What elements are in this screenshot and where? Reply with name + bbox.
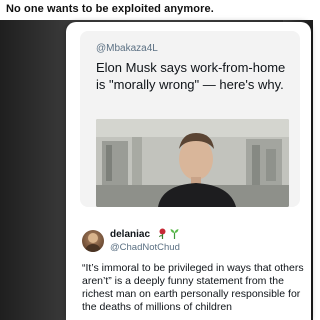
reply-display-name[interactable]: delaniac — [110, 229, 150, 240]
meme-page: No one wants to be exploited anymore. @M… — [0, 0, 313, 320]
quoted-post-headline: Elon Musk says work-from-home is "morall… — [96, 60, 286, 92]
name-emojis — [158, 228, 179, 239]
reply-handle[interactable]: @ChadNotChud — [110, 242, 180, 253]
reply-text: “It’s immoral to be privileged in ways t… — [82, 262, 304, 313]
factory-scene-illustration — [96, 119, 289, 207]
background-shadow-left — [0, 20, 70, 320]
avatar-image — [85, 233, 101, 252]
avatar[interactable] — [82, 230, 104, 252]
quoted-post-handle[interactable]: @Mbakaza4L — [96, 43, 158, 54]
meme-caption: No one wants to be exploited anymore. — [6, 3, 214, 15]
seedling-icon — [170, 229, 179, 239]
quoted-post-photo[interactable] — [96, 119, 289, 207]
tweet-card: @Mbakaza4L Elon Musk says work-from-home… — [66, 22, 311, 320]
rose-icon — [159, 228, 166, 239]
